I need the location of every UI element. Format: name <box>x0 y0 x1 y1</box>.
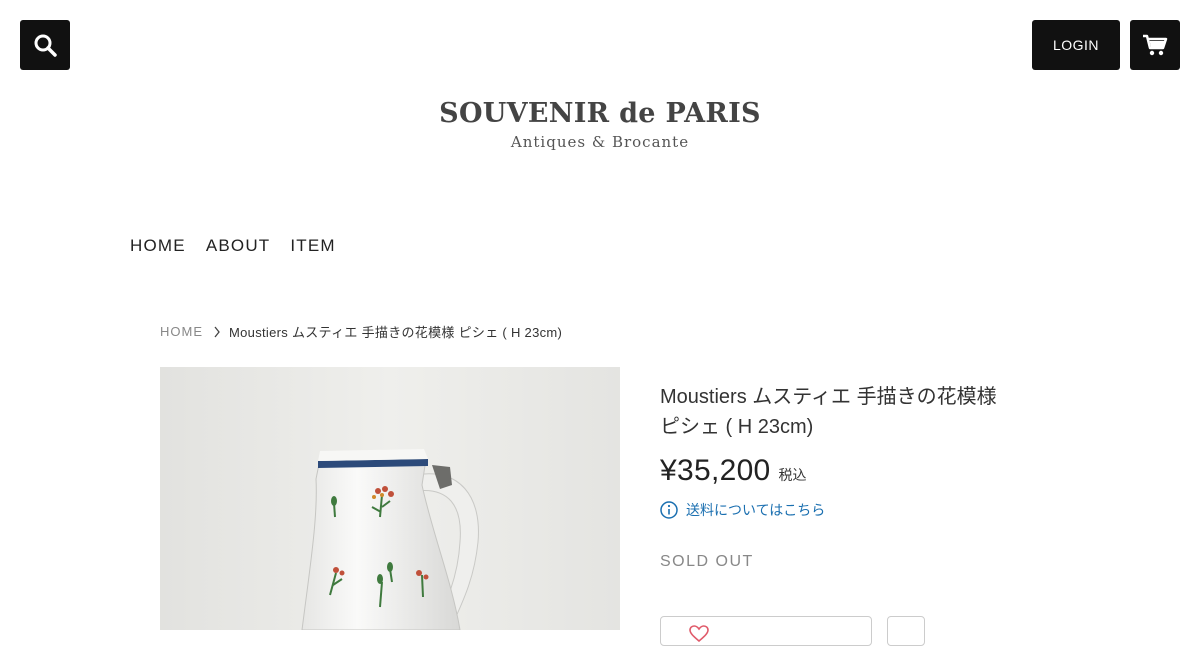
cart-button[interactable] <box>1130 20 1180 70</box>
favorite-button[interactable] <box>660 616 872 646</box>
info-icon <box>660 501 678 519</box>
product-image[interactable] <box>160 367 620 630</box>
site-logo[interactable]: SOUVENIR de PARIS Antiques & Brocante <box>0 98 1200 151</box>
tax-label: 税込 <box>778 467 807 483</box>
nav-item-home[interactable]: HOME <box>130 236 186 256</box>
breadcrumb-current: Moustiers ムスティエ 手描きの花模様 ピシェ ( H 23cm) <box>229 325 563 340</box>
search-button[interactable] <box>20 20 70 70</box>
breadcrumb: HOME Moustiers ムスティエ 手描きの花模様 ピシェ ( H 23c… <box>160 322 562 341</box>
product-price: ¥35,200 税込 <box>660 454 807 488</box>
nav-item-item[interactable]: ITEM <box>290 236 335 256</box>
share-button[interactable] <box>887 616 925 646</box>
login-button[interactable]: LOGIN <box>1032 20 1120 70</box>
pitcher-illustration <box>160 367 620 630</box>
heart-icon <box>689 625 709 648</box>
main-nav: HOME ABOUT ITEM <box>130 236 336 256</box>
chevron-right-icon <box>213 326 221 338</box>
shipping-link-text: 送料についてはこちら <box>686 502 826 518</box>
shipping-info-link[interactable]: 送料についてはこちら <box>660 500 825 520</box>
cart-icon <box>1143 34 1168 56</box>
product-title-line1: Moustiers ムスティエ 手描きの花模様 <box>660 386 997 408</box>
product-title-line2: ピシェ ( H 23cm) <box>660 416 814 438</box>
logo-title: SOUVENIR de PARIS <box>439 98 761 129</box>
price-amount: ¥35,200 <box>660 454 771 487</box>
nav-item-about[interactable]: ABOUT <box>206 236 271 256</box>
product-title: Moustiers ムスティエ 手描きの花模様 ピシェ ( H 23cm) <box>660 382 1040 442</box>
breadcrumb-home[interactable]: HOME <box>160 324 203 339</box>
logo-subtitle: Antiques & Brocante <box>510 133 690 151</box>
stock-status: SOLD OUT <box>660 553 754 570</box>
search-icon <box>34 34 57 57</box>
